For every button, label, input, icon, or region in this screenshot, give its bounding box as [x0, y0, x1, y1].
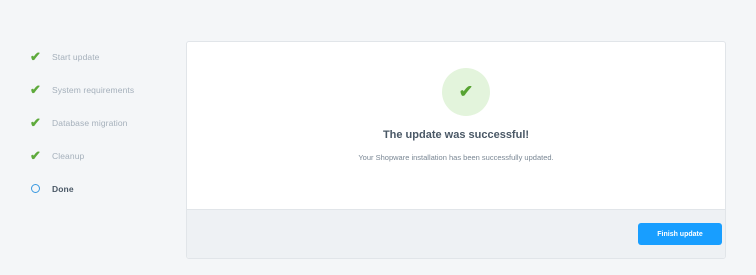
step-start-update: ✔ Start update [30, 40, 180, 73]
check-icon: ✔ [30, 81, 41, 97]
circle-icon [30, 181, 52, 196]
card-body: ✔ The update was successful! Your Shopwa… [187, 42, 725, 209]
check-icon: ✔ [30, 48, 41, 64]
success-title: The update was successful! [382, 129, 530, 141]
step-label: Database migration [52, 117, 128, 128]
update-result-card: ✔ The update was successful! Your Shopwa… [186, 41, 726, 259]
card-footer: Finish update [187, 209, 725, 258]
finish-update-button[interactable]: Finish update [638, 223, 722, 245]
step-database-migration: ✔ Database migration [30, 106, 180, 139]
step-label: Start update [52, 51, 100, 62]
step-cleanup: ✔ Cleanup [30, 139, 180, 172]
check-icon: ✔ [30, 114, 41, 130]
step-done: Done [30, 172, 180, 205]
step-label: Done [52, 183, 74, 194]
update-steps: ✔ Start update ✔ System requirements ✔ D… [30, 40, 180, 205]
success-check-icon: ✔ [442, 68, 490, 116]
step-label: System requirements [52, 84, 135, 95]
step-label: Cleanup [52, 150, 85, 161]
success-message: Your Shopware installation has been succ… [358, 153, 554, 162]
step-system-requirements: ✔ System requirements [30, 73, 180, 106]
check-icon: ✔ [30, 147, 41, 163]
